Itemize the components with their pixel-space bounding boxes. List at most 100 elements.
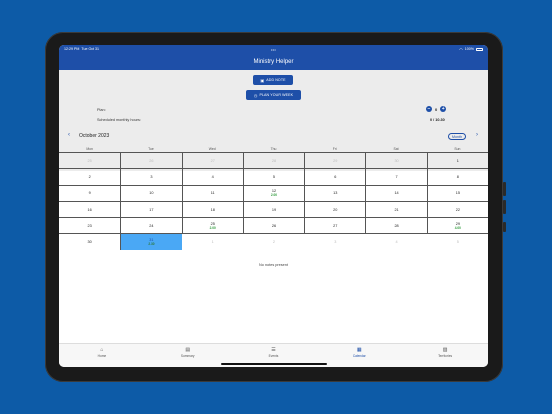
plan-week-button[interactable]: ◷ PLAN YOUR WEEK [246, 90, 301, 100]
day-hours: 2.30 [148, 242, 155, 247]
multitasking-dots[interactable]: ••• [271, 47, 276, 52]
day-number: 28 [394, 223, 399, 228]
weekday-header: Mon Tue Wed Thu Fri Sat Sun [59, 146, 488, 152]
summary-icon: ▤ [185, 347, 191, 353]
day-number: 2 [272, 240, 276, 245]
next-month-chevron-icon[interactable]: › [476, 132, 478, 138]
add-note-button[interactable]: ▣ ADD NOTE [253, 75, 293, 85]
calendar-day[interactable]: 3 [120, 169, 181, 185]
calendar-day[interactable]: 11 [181, 185, 243, 201]
calendar-day[interactable]: 24 [120, 218, 181, 234]
calendar-day[interactable]: 30 [59, 234, 120, 249]
decrement-plan-button[interactable]: − [426, 106, 432, 112]
calendar-day[interactable]: 12 2.00 [242, 185, 304, 201]
calendar-day[interactable]: 30 [365, 153, 426, 169]
day-number: 18 [210, 207, 215, 212]
day-number: 25 [87, 158, 92, 163]
day-number: 5 [272, 174, 276, 179]
previous-month-chevron-icon[interactable]: ‹ [68, 132, 70, 138]
calendar-day[interactable]: 23 [59, 218, 120, 233]
day-number: 20 [333, 207, 338, 212]
calendar-day[interactable]: 6 [304, 169, 365, 185]
calendar-day[interactable]: 9 [59, 186, 120, 201]
home-icon: ⌂ [100, 347, 104, 353]
volume-up-button [503, 182, 506, 196]
day-number: 28 [271, 158, 277, 163]
day-number: 26 [149, 158, 154, 163]
day-number: 29 [333, 158, 338, 163]
day-number: 19 [271, 207, 277, 212]
scheduled-hours-value: 0 / 10.30 [430, 118, 445, 122]
day-hours: 2.00 [209, 225, 216, 230]
day-number: 16 [87, 207, 92, 212]
day-number: 17 [149, 207, 154, 212]
calendar-icon: ▦ [356, 347, 362, 353]
day-number: 2 [88, 174, 91, 179]
scheduled-hours-label: Scheduled monthly hours: [97, 118, 141, 122]
calendar-day[interactable]: 25 2.00 [181, 218, 243, 234]
tab-label: Events [268, 354, 279, 358]
weekday-mon: Mon [86, 147, 93, 151]
calendar-day[interactable]: 18 [181, 201, 243, 218]
view-mode-toggle[interactable]: Month [448, 133, 466, 140]
weekday-sun: Sun [454, 147, 461, 151]
calendar-day[interactable]: 14 [365, 185, 426, 201]
plan-value: 0 [435, 106, 438, 112]
increment-plan-button[interactable]: + [440, 106, 447, 112]
calendar-day[interactable]: 8 [426, 169, 488, 185]
day-number: 30 [394, 158, 399, 163]
battery-percent: 100% [464, 47, 474, 51]
calendar-day[interactable]: 16 [59, 202, 120, 217]
weekday-sat: Sat [393, 147, 399, 151]
clock-icon: ◷ [253, 92, 258, 98]
home-indicator[interactable] [221, 363, 327, 365]
calendar-day[interactable]: 20 [304, 201, 365, 218]
calendar-day[interactable]: 17 [120, 201, 181, 218]
calendar-day[interactable]: 28 [242, 153, 304, 169]
day-number: 27 [210, 158, 215, 163]
calendar-day[interactable]: 28 [365, 218, 426, 234]
plan-label: Plan: [97, 108, 106, 112]
calendar-day-selected[interactable]: 31 2.30 [120, 234, 182, 250]
calendar-day[interactable]: 5 [242, 169, 304, 185]
day-number: 21 [394, 207, 399, 212]
calendar-day[interactable]: 22 [426, 201, 488, 218]
calendar-week: 25 26 27 28 29 30 1 [59, 152, 488, 169]
day-number: 22 [455, 207, 460, 212]
weekday-fri: Fri [332, 147, 337, 151]
calendar-day[interactable]: 19 [242, 201, 304, 218]
calendar-day[interactable]: 13 [304, 185, 365, 201]
calendar-day[interactable]: 29 [304, 153, 365, 169]
calendar-day[interactable]: 21 [365, 201, 426, 218]
navigation-bar: Ministry Helper [59, 53, 488, 70]
calendar-day[interactable]: 1 [426, 153, 488, 169]
calendar-day[interactable]: 26 [242, 218, 304, 234]
calendar-day[interactable]: 25 [59, 153, 120, 168]
tab-summary[interactable]: ▤ Summary [145, 344, 231, 367]
tab-territories[interactable]: ▧ Territories [402, 344, 488, 367]
calendar-week: 9 10 11 12 2.00 13 14 15 [59, 184, 488, 201]
add-note-label: ADD NOTE [266, 78, 286, 82]
calendar-day[interactable]: 27 [304, 218, 365, 234]
day-hours: 2.00 [270, 193, 278, 198]
calendar-day[interactable]: 4 [181, 169, 243, 185]
calendar-day[interactable]: 4 [365, 234, 426, 249]
calendar-day[interactable]: 15 [426, 185, 488, 201]
calendar-day[interactable]: 2 [59, 169, 120, 184]
calendar-day[interactable]: 3 [304, 234, 365, 249]
wifi-icon: ◠ [459, 46, 463, 52]
tab-calendar[interactable]: ▦ Calendar [316, 344, 402, 367]
month-title: October 2023 [79, 133, 110, 139]
calendar-day[interactable]: 10 [120, 185, 181, 201]
calendar-day[interactable]: 2 [243, 234, 304, 249]
calendar-day[interactable]: 5 [427, 234, 488, 249]
tab-home[interactable]: ⌂ Home [59, 344, 145, 367]
tab-label: Calendar [352, 354, 366, 358]
calendar-day[interactable]: 29 4.00 [426, 218, 488, 234]
day-number: 10 [149, 191, 154, 196]
calendar-day[interactable]: 26 [120, 153, 181, 169]
calendar-day[interactable]: 27 [181, 153, 243, 169]
calendar-day[interactable]: 1 [182, 234, 243, 249]
month-header: ‹ October 2023 Month › [59, 131, 488, 142]
calendar-day[interactable]: 7 [365, 169, 426, 185]
